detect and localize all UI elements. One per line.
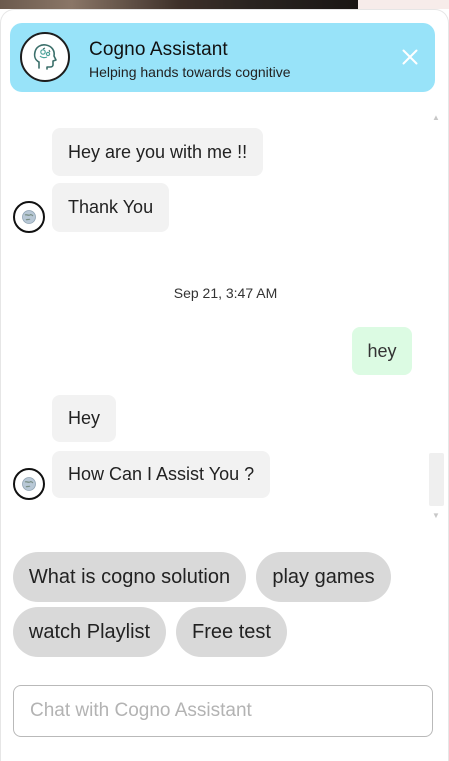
- bot-message: Thank You: [52, 183, 170, 232]
- bot-message: Hey are you with me !!: [52, 128, 264, 176]
- brain-head-icon: [20, 32, 70, 82]
- scrollbar-thumb[interactable]: [429, 453, 444, 506]
- globe-icon: [22, 477, 36, 491]
- user-message: hey: [352, 327, 412, 375]
- close-button[interactable]: [395, 42, 425, 72]
- quick-reply-free-test[interactable]: Free test: [176, 607, 287, 657]
- globe-icon: [22, 210, 36, 224]
- scroll-up-arrow[interactable]: ▲: [431, 114, 441, 122]
- chat-input[interactable]: [14, 686, 432, 736]
- scroll-down-arrow[interactable]: ▼: [431, 512, 441, 520]
- quick-reply-cogno-solution[interactable]: What is cogno solution: [13, 552, 246, 602]
- background-page-area: [358, 0, 449, 9]
- assistant-title: Cogno Assistant: [89, 39, 228, 60]
- chat-header: Cogno Assistant Helping hands towards co…: [10, 23, 435, 92]
- message-list: ▲ Hey are you with me !! Thank You Sep 2…: [1, 110, 449, 530]
- quick-reply-watch-playlist[interactable]: watch Playlist: [13, 607, 166, 657]
- bot-message: How Can I Assist You ?: [52, 451, 271, 498]
- bot-avatar: [13, 468, 45, 500]
- quick-reply-play-games[interactable]: play games: [256, 552, 391, 602]
- chat-input-box: [13, 685, 433, 737]
- bot-avatar: [13, 201, 45, 233]
- close-icon: [402, 49, 418, 65]
- message-timestamp: Sep 21, 3:47 AM: [173, 285, 278, 301]
- bot-message: Hey: [52, 395, 117, 442]
- assistant-subtitle: Helping hands towards cognitive: [89, 64, 291, 80]
- background-page-image: [0, 0, 358, 9]
- chat-widget: Cogno Assistant Helping hands towards co…: [0, 9, 449, 761]
